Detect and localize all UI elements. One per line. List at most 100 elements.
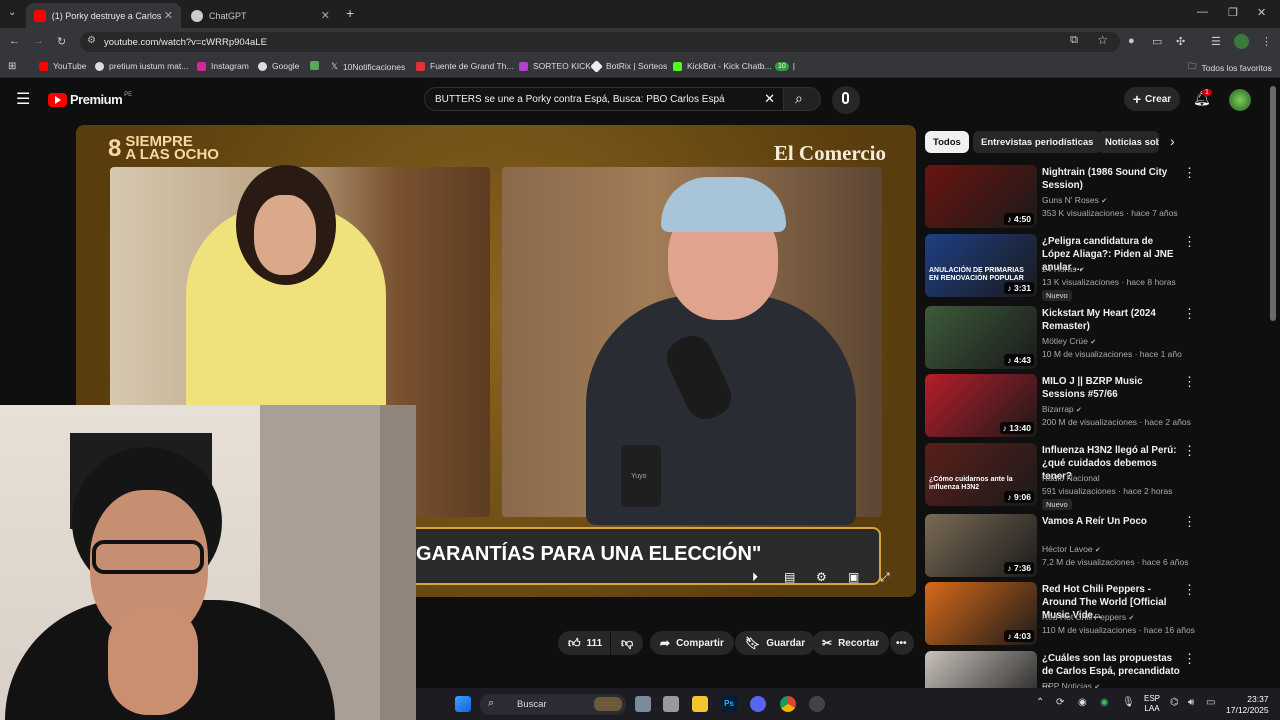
- reload-icon[interactable]: ↻: [57, 35, 66, 48]
- bookmark-sorteo-kick[interactable]: SORTEO KICK: [519, 61, 591, 71]
- tray-app-icon[interactable]: ◉: [1078, 697, 1087, 708]
- new-tab-icon[interactable]: +: [346, 5, 354, 21]
- profile-avatar[interactable]: [1234, 34, 1249, 49]
- video-thumbnail[interactable]: ¿Cómo cuidarnos ante la influenza H3N2 ♪ …: [925, 443, 1037, 506]
- video-thumbnail[interactable]: ♪ 4:50: [925, 165, 1037, 228]
- bookmark-notifications[interactable]: 10 |: [775, 61, 795, 71]
- input-language[interactable]: ESP LAA: [1144, 694, 1160, 714]
- volume-icon[interactable]: 🔊︎: [1188, 697, 1194, 708]
- apps-grid-icon[interactable]: ⊞: [8, 61, 16, 72]
- video-thumbnail[interactable]: ♪ 4:43: [925, 306, 1037, 369]
- recommendation-item[interactable]: ♪ 4:50 Nightrain (1986 Sound City Session…: [925, 165, 1260, 229]
- site-info-icon[interactable]: ⚙: [87, 35, 96, 46]
- tab-chatgpt[interactable]: ChatGPT ✕: [183, 3, 338, 28]
- recommendation-item[interactable]: ♪ 7:36 Vamos A Reír Un Poco Héctor Lavoe ✔…: [925, 514, 1260, 578]
- hamburger-menu-icon[interactable]: ☰: [16, 89, 30, 109]
- windows-start-icon[interactable]: [455, 696, 471, 712]
- obs-icon[interactable]: [809, 696, 825, 712]
- window-close-icon[interactable]: ✕: [1257, 6, 1266, 19]
- back-icon[interactable]: ←: [9, 35, 20, 47]
- bookmark-x[interactable]: 𝕏 10Notificaciones: [331, 61, 405, 72]
- chrome-menu-icon[interactable]: ⋮: [1261, 35, 1272, 48]
- channel-name[interactable]: Héctor Lavoe ✔: [1042, 544, 1101, 554]
- video-title[interactable]: Vamos A Reír Un Poco: [1042, 515, 1182, 528]
- close-tab-icon[interactable]: ✕: [164, 9, 173, 22]
- create-button[interactable]: + Crear: [1124, 87, 1180, 111]
- recommendation-item[interactable]: ♪ 4:43 Kickstart My Heart (2024 Remaster)…: [925, 306, 1260, 370]
- all-bookmarks[interactable]: 🗀 Todos los favoritos: [1188, 61, 1272, 75]
- recommendation-item[interactable]: ♪ 4:03 Red Hot Chili Peppers - Around The…: [925, 582, 1260, 646]
- photoshop-icon[interactable]: Ps: [721, 696, 737, 712]
- more-options-icon[interactable]: ⋮: [1183, 374, 1196, 390]
- more-options-icon[interactable]: ⋮: [1183, 165, 1196, 181]
- address-bar[interactable]: ⚙ youtube.com/watch?v=cWRRp904aLE ⧉ ☆: [80, 32, 1120, 52]
- channel-name[interactable]: Mötley Crüe ✔: [1042, 336, 1096, 346]
- task-view-icon[interactable]: [635, 696, 651, 712]
- extension-icon[interactable]: ●: [1128, 35, 1135, 47]
- more-options-icon[interactable]: ⋮: [1183, 582, 1196, 598]
- bookmark-youtube[interactable]: YouTube: [39, 61, 86, 71]
- tray-app-icon[interactable]: ◉: [1100, 697, 1109, 708]
- autoplay-toggle-icon[interactable]: ⏵: [752, 570, 758, 585]
- search-button[interactable]: ⌕: [783, 87, 821, 111]
- more-options-icon[interactable]: ⋮: [1183, 234, 1196, 250]
- bookmark-instagram[interactable]: Instagram: [197, 61, 249, 71]
- chips-next-icon[interactable]: ›: [1170, 133, 1175, 149]
- share-button[interactable]: ➦ Compartir: [650, 631, 734, 655]
- tray-chevron-icon[interactable]: ⌃: [1036, 697, 1044, 708]
- cast-icon[interactable]: ⧉: [1070, 34, 1078, 47]
- video-thumbnail[interactable]: ANULACIÓN DE PRIMARIAS EN RENOVACIÓN POP…: [925, 234, 1037, 297]
- video-thumbnail[interactable]: ♪ 13:40: [925, 374, 1037, 437]
- bookmark-star-icon[interactable]: ☆: [1097, 33, 1108, 47]
- video-title[interactable]: MILO J || BZRP Music Sessions #57/66: [1042, 375, 1182, 401]
- channel-name[interactable]: 24 Horas ✔: [1042, 264, 1085, 274]
- tray-app-icon[interactable]: ⟳: [1056, 697, 1064, 708]
- taskbar-search-input[interactable]: ⌕ Buscar: [480, 694, 626, 715]
- channel-name[interactable]: Guns N' Roses ✔: [1042, 195, 1107, 205]
- fullscreen-icon[interactable]: ⤢: [880, 570, 890, 585]
- clip-button[interactable]: ✂ Recortar: [812, 631, 890, 655]
- bookmark-gta[interactable]: Fuente de Grand Th...: [416, 61, 513, 71]
- bookmark-pretium[interactable]: pretium iustum mat...: [95, 61, 188, 71]
- save-button[interactable]: 🔖︎ Guardar: [735, 631, 816, 655]
- more-options-icon[interactable]: ⋮: [1183, 514, 1196, 530]
- scrollbar[interactable]: [1270, 86, 1276, 321]
- app-icon[interactable]: [663, 696, 679, 712]
- minimize-icon[interactable]: —: [1197, 6, 1208, 18]
- restore-icon[interactable]: ❐: [1228, 6, 1238, 19]
- video-title[interactable]: Kickstart My Heart (2024 Remaster): [1042, 307, 1182, 333]
- dislike-button[interactable]: 👎︎: [611, 631, 643, 655]
- system-clock[interactable]: 23:37 17/12/2025: [1226, 694, 1269, 716]
- video-thumbnail[interactable]: ♪ 7:36: [925, 514, 1037, 577]
- voice-search-button[interactable]: [832, 86, 860, 114]
- channel-name[interactable]: Red Hot Chili Peppers ✔: [1042, 612, 1134, 622]
- more-options-icon[interactable]: ⋮: [1183, 443, 1196, 459]
- recommendation-item[interactable]: ¿Cómo cuidarnos ante la influenza H3N2 ♪ …: [925, 443, 1260, 510]
- bookmark-google[interactable]: Google: [258, 61, 299, 71]
- chip-entrevistas[interactable]: Entrevistas periodísticas: [973, 131, 1102, 153]
- close-tab-icon[interactable]: ✕: [321, 9, 330, 22]
- tab-youtube[interactable]: (1) Porky destruye a Carlos Espá ✕: [26, 3, 181, 28]
- discord-icon[interactable]: [750, 696, 766, 712]
- forward-icon[interactable]: →: [33, 35, 44, 47]
- video-title[interactable]: Nightrain (1986 Sound City Session): [1042, 166, 1182, 192]
- recommendation-item[interactable]: ANULACIÓN DE PRIMARIAS EN RENOVACIÓN POP…: [925, 234, 1260, 301]
- bookmark-extension[interactable]: [310, 61, 324, 70]
- recommendation-item[interactable]: ♪ 13:40 MILO J || BZRP Music Sessions #57…: [925, 374, 1260, 438]
- video-thumbnail[interactable]: ♪ 4:03: [925, 582, 1037, 645]
- bookmark-botrix[interactable]: BotRix | Sorteos: [590, 59, 667, 73]
- extension-icon[interactable]: ▭: [1152, 35, 1162, 48]
- network-icon[interactable]: ⌬: [1170, 697, 1179, 708]
- chrome-icon[interactable]: [780, 696, 796, 712]
- like-button[interactable]: 👍︎ 111: [558, 631, 610, 655]
- more-options-icon[interactable]: ⋮: [1183, 651, 1196, 667]
- tab-search-chevron-icon[interactable]: ⌄: [8, 7, 16, 18]
- subtitles-icon[interactable]: ▤: [784, 570, 795, 584]
- avatar[interactable]: [1229, 89, 1251, 111]
- reading-list-icon[interactable]: ☰: [1211, 35, 1221, 48]
- youtube-premium-logo[interactable]: Premium PE: [48, 92, 132, 107]
- battery-icon[interactable]: ▭: [1206, 697, 1215, 708]
- file-explorer-icon[interactable]: [692, 696, 708, 712]
- extensions-puzzle-icon[interactable]: ✣: [1176, 35, 1185, 48]
- settings-gear-icon[interactable]: ⚙: [816, 570, 827, 584]
